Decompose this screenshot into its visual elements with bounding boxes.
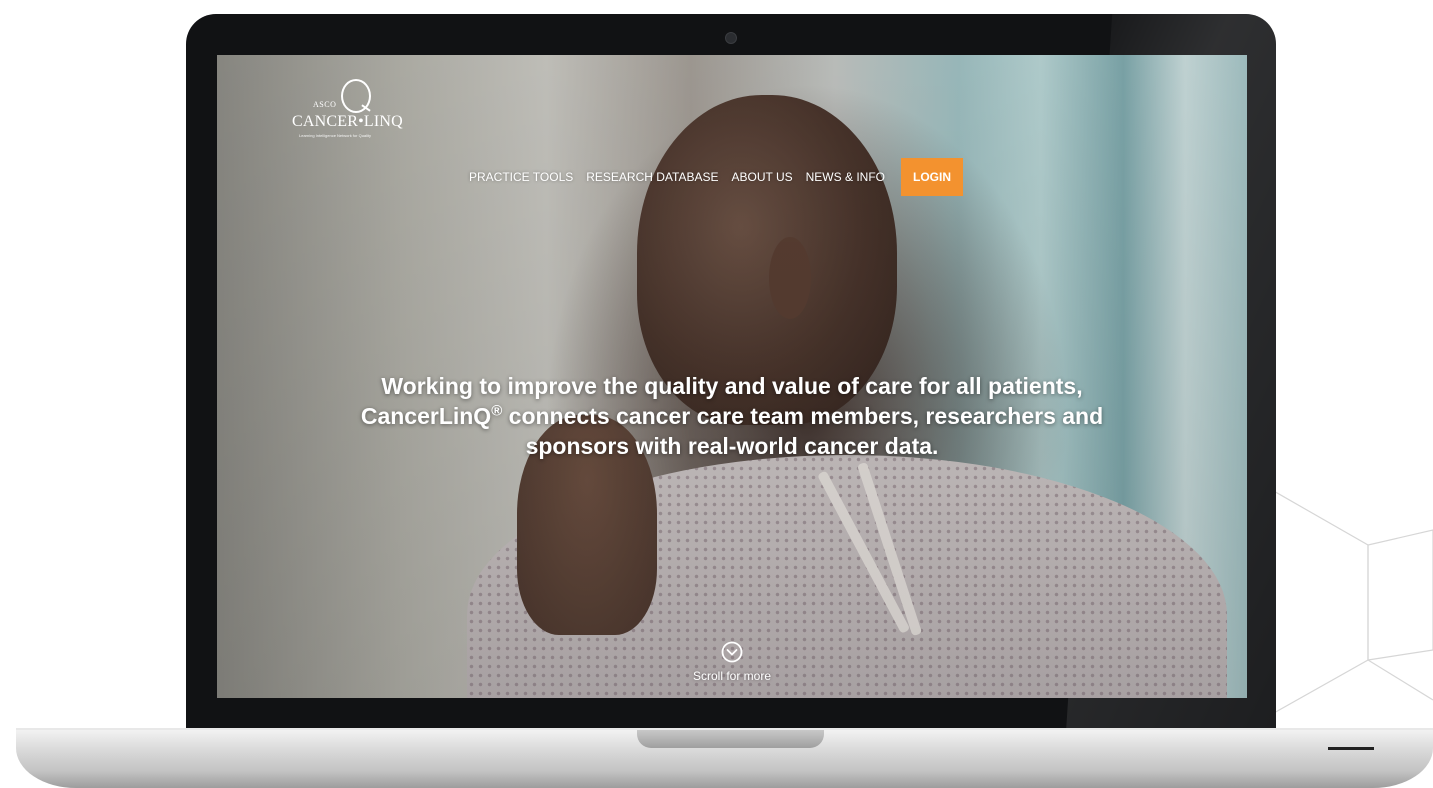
- nav-about-us[interactable]: ABOUT US: [732, 170, 793, 184]
- hero-line-2-rest: connects cancer care team members, resea…: [502, 403, 1104, 429]
- hero-patient-ear: [769, 237, 811, 319]
- hero-patient-gown: [467, 455, 1227, 698]
- laptop-side-slot: [1328, 747, 1374, 750]
- webcam-icon: [725, 32, 737, 44]
- gown-tie: [817, 470, 911, 634]
- scroll-for-more[interactable]: Scroll for more: [672, 641, 792, 683]
- laptop-mockup: ASCO CANCER•LINQ Learning Intelligence N…: [0, 0, 1433, 788]
- hero-line-2: CancerLinQ® connects cancer care team me…: [277, 401, 1187, 431]
- gown-tie: [857, 461, 923, 637]
- cancerlinq-logo[interactable]: ASCO CANCER•LINQ Learning Intelligence N…: [287, 79, 437, 145]
- chevron-down-circle-icon[interactable]: [721, 641, 743, 663]
- nav-research-database[interactable]: RESEARCH DATABASE: [586, 170, 718, 184]
- logo-tagline: Learning Intelligence Network for Qualit…: [299, 133, 372, 138]
- nav-practice-tools[interactable]: PRACTICE TOOLS: [469, 170, 573, 184]
- login-button[interactable]: LOGIN: [900, 158, 963, 196]
- website-screen: ASCO CANCER•LINQ Learning Intelligence N…: [217, 55, 1247, 698]
- hero-headline: Working to improve the quality and value…: [277, 371, 1187, 461]
- scroll-label: Scroll for more: [692, 669, 772, 683]
- hero-brand: CancerLinQ: [360, 403, 492, 429]
- nav-news-info[interactable]: NEWS & INFO: [806, 170, 885, 184]
- registered-mark: ®: [491, 402, 503, 420]
- main-nav: PRACTICE TOOLS RESEARCH DATABASE ABOUT U…: [469, 158, 963, 196]
- hero-line-3: sponsors with real-world cancer data.: [525, 433, 939, 459]
- hero-line-1: Working to improve the quality and value…: [381, 373, 1083, 399]
- logo-org: ASCO: [313, 100, 337, 109]
- logo-name: CANCER•LINQ: [292, 113, 403, 130]
- laptop-opening-notch: [637, 730, 824, 748]
- logo-q-mark-icon: [341, 79, 371, 113]
